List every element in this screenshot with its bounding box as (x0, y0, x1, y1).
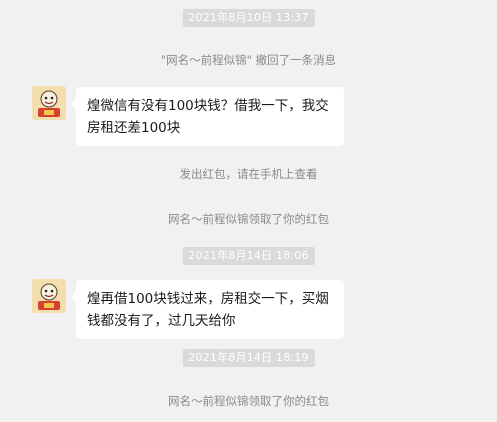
recall-notice: "网名～前程似锦" 撤回了一条消息 (160, 53, 337, 67)
cartoon-avatar-icon (32, 86, 66, 120)
timestamp: 2021年8月10日 13:37 (182, 9, 315, 27)
cartoon-avatar-icon (32, 279, 66, 313)
red-packet-notice: 发出红包，请在手机上查看 (179, 167, 318, 181)
red-packet-claimed-notice: 网名～前程似锦领取了你的红包 (168, 394, 329, 408)
avatar[interactable] (32, 279, 66, 313)
message-bubble[interactable]: 煌微信有没有100块钱？借我一下，我交房租还差100块 (71, 87, 344, 146)
message-bubble[interactable]: 煌再借100块钱过来，房租交一下，买烟钱都没有了，过几天给你 (71, 280, 344, 339)
red-packet-claimed-notice: 网名～前程似锦领取了你的红包 (168, 212, 329, 226)
avatar[interactable] (32, 86, 66, 120)
timestamp: 2021年8月14日 18:19 (182, 349, 315, 367)
timestamp: 2021年8月14日 18:06 (182, 247, 315, 265)
